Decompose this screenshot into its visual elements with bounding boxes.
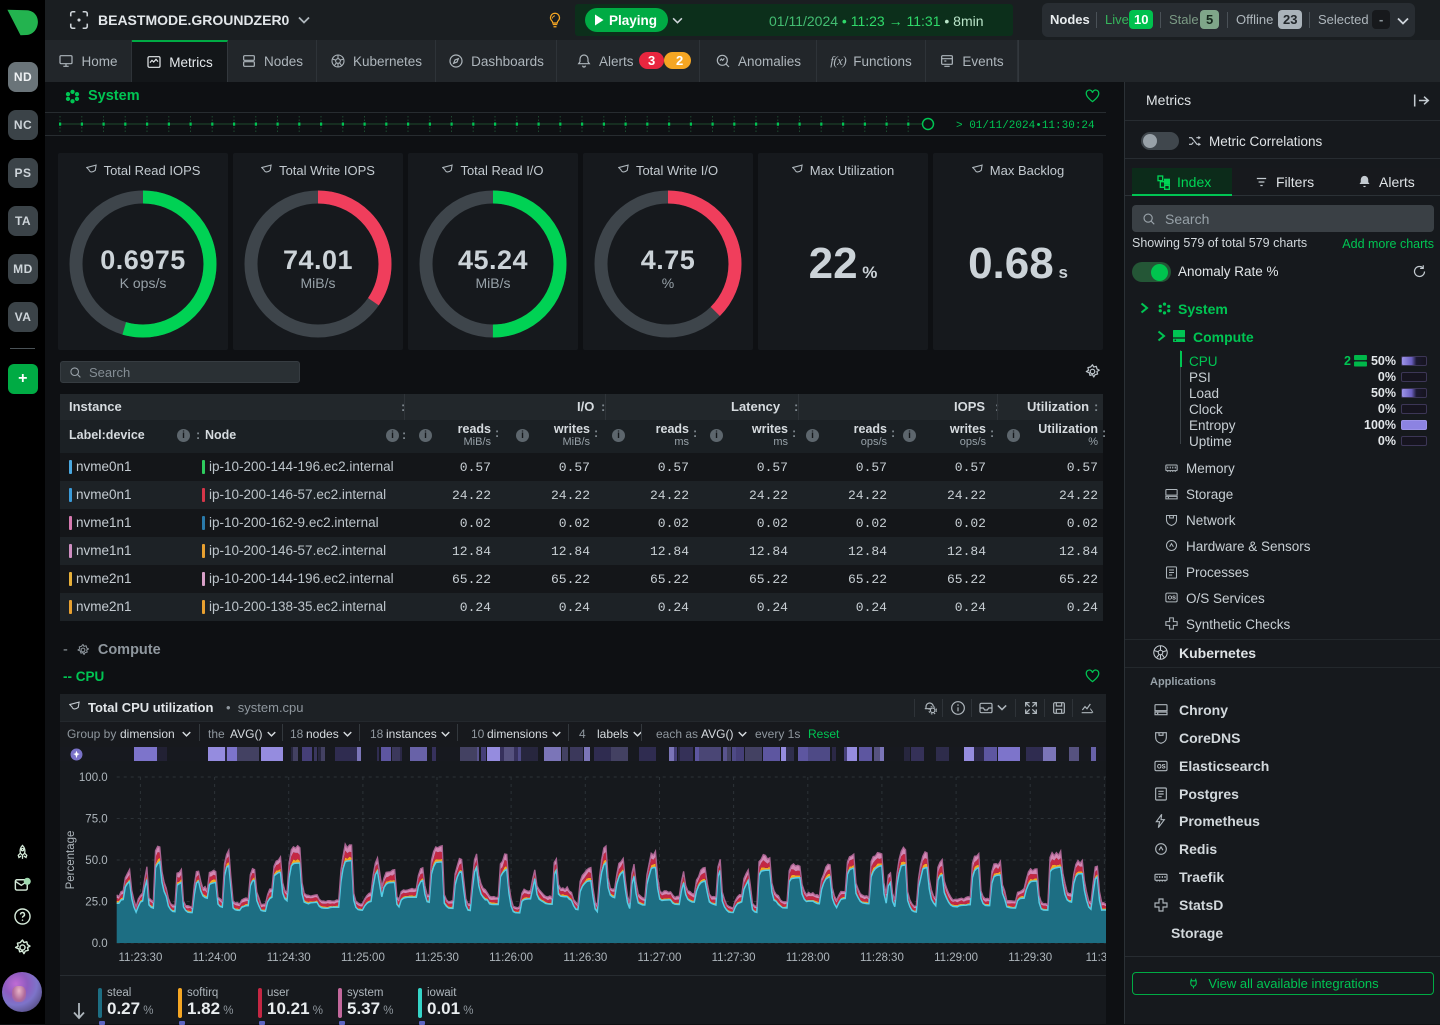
svg-text:> 01/11/2024•11:30:24: > 01/11/2024•11:30:24 [956,120,1095,132]
svg-text:OS: OS [1157,764,1166,770]
svg-text:11:24:30: 11:24:30 [267,952,311,964]
svg-text:11:27:30: 11:27:30 [712,952,756,964]
svg-text:11:24:00: 11:24:00 [193,952,237,964]
svg-text:11:28:30: 11:28:30 [860,952,904,964]
svg-text:50.0: 50.0 [85,855,107,867]
svg-text:OS: OS [1168,596,1176,602]
svg-text:11:26:00: 11:26:00 [489,952,533,964]
svg-text:11:27:00: 11:27:00 [638,952,682,964]
svg-text:11:29:30: 11:29:30 [1008,952,1052,964]
svg-text:75.0: 75.0 [85,814,107,826]
svg-text:11:30:0: 11:30:0 [1086,952,1106,964]
svg-text:11:29:00: 11:29:00 [934,952,978,964]
svg-text:25.0: 25.0 [85,897,107,909]
svg-text:Percentage: Percentage [65,831,77,890]
svg-text:11:23:30: 11:23:30 [118,952,162,964]
svg-text:11:28:00: 11:28:00 [786,952,830,964]
svg-text:11:25:00: 11:25:00 [341,952,385,964]
svg-text:0.0: 0.0 [92,938,108,950]
svg-text:11:26:30: 11:26:30 [563,952,607,964]
svg-text:100.0: 100.0 [79,772,108,784]
svg-text:11:25:30: 11:25:30 [415,952,459,964]
